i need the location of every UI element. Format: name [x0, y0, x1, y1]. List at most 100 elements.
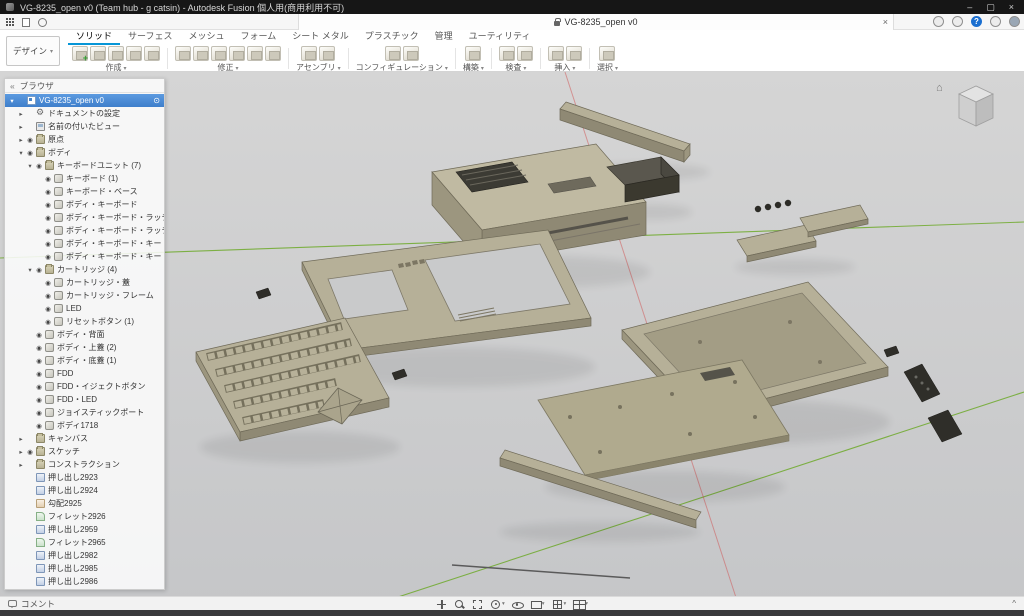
browser-item[interactable]: ◉ボディ・上蓋 (2)	[5, 341, 164, 354]
tool-icon[interactable]	[211, 46, 227, 61]
browser-item[interactable]: ▸キャンバス	[5, 432, 164, 445]
chevron-up-icon[interactable]: ^	[1012, 599, 1024, 608]
part-pcb[interactable]	[538, 360, 789, 481]
expand-arrow-icon[interactable]: ▸	[17, 435, 25, 443]
visibility-eye-icon[interactable]: ◉	[43, 279, 53, 287]
browser-item[interactable]: ◉ボディ1718	[5, 419, 164, 432]
browser-item[interactable]: ◉リセットボタン (1)	[5, 315, 164, 328]
browser-item[interactable]: ◉FDD・イジェクトボタン	[5, 380, 164, 393]
browser-item[interactable]: ▾◉ボディ	[5, 146, 164, 159]
visibility-eye-icon[interactable]: ◉	[43, 175, 53, 183]
visibility-eye-icon[interactable]: ◉	[43, 240, 53, 248]
tab-プラスチック[interactable]: プラスチック	[357, 28, 427, 45]
maximize-button[interactable]: ▢	[986, 2, 995, 13]
minimize-button[interactable]: –	[967, 2, 972, 13]
visibility-eye-icon[interactable]: ◉	[43, 188, 53, 196]
browser-item[interactable]: ◉ボディ・底蓋 (1)	[5, 354, 164, 367]
browser-item[interactable]: ▾◉キーボードユニット (7)	[5, 159, 164, 172]
chevron-down-icon[interactable]: ▾	[564, 601, 567, 607]
extensions-icon[interactable]	[952, 16, 963, 27]
tool-icon[interactable]	[319, 46, 335, 61]
tool-icon[interactable]	[566, 46, 582, 61]
ribbon-group-label[interactable]: 選択▾	[597, 62, 618, 72]
browser-item[interactable]: ◉キーボード・ベース	[5, 185, 164, 198]
expand-arrow-icon[interactable]: ▾	[26, 266, 34, 274]
tool-icon[interactable]	[599, 46, 615, 61]
orbit-button[interactable]: ▾	[490, 599, 505, 610]
expand-arrow-icon[interactable]: ▸	[17, 461, 25, 469]
zoom-button[interactable]	[454, 599, 465, 610]
display-settings-button[interactable]: ▾	[530, 599, 545, 610]
visibility-eye-icon[interactable]: ◉	[34, 409, 44, 417]
visibility-eye-icon[interactable]: ◉	[34, 383, 44, 391]
visibility-eye-icon[interactable]: ◉	[34, 370, 44, 378]
document-tab[interactable]: VG-8235_open v0 ×	[298, 14, 894, 30]
visibility-eye-icon[interactable]: ◉	[43, 201, 53, 209]
browser-item[interactable]: ◉FDD	[5, 367, 164, 380]
job-status-icon[interactable]	[933, 16, 944, 27]
browser-item[interactable]: ◉ボディ・キーボード	[5, 198, 164, 211]
visibility-eye-icon[interactable]: ◉	[25, 448, 35, 456]
browser-item[interactable]: ▸◉原点	[5, 133, 164, 146]
tab-ソリッド[interactable]: ソリッド	[68, 28, 120, 45]
viewports-button[interactable]: ▾	[573, 599, 588, 610]
browser-item[interactable]: ◉キーボード (1)	[5, 172, 164, 185]
expand-arrow-icon[interactable]: ▸	[17, 136, 25, 144]
tool-icon[interactable]	[465, 46, 481, 61]
notifications-icon[interactable]	[990, 16, 1001, 27]
visibility-eye-icon[interactable]: ◉	[25, 149, 35, 157]
tool-icon[interactable]	[548, 46, 564, 61]
viewcube-home-icon[interactable]	[936, 82, 943, 94]
tool-icon[interactable]	[247, 46, 263, 61]
browser-item[interactable]: ▸名前の付いたビュー	[5, 120, 164, 133]
tool-icon[interactable]	[108, 46, 124, 61]
expand-arrow-icon[interactable]: ▸	[17, 123, 25, 131]
pan-button[interactable]	[436, 599, 447, 610]
tab-フォーム[interactable]: フォーム	[233, 28, 285, 45]
visibility-eye-icon[interactable]: ◉	[34, 422, 44, 430]
browser-collapse-icon[interactable]: «	[10, 81, 15, 91]
browser-item[interactable]: 押し出し2959	[5, 523, 164, 536]
tab-ユーティリティ[interactable]: ユーティリティ	[461, 28, 539, 45]
tool-icon[interactable]	[72, 46, 88, 61]
viewcube-cube[interactable]	[947, 82, 1005, 140]
browser-item[interactable]: ◉ボディ・キーボード・ラッチ1	[5, 224, 164, 237]
browser-item[interactable]: ▸ドキュメントの設定	[5, 107, 164, 120]
chevron-down-icon[interactable]: ▾	[502, 601, 505, 607]
browser-item[interactable]: フィレット2965	[5, 536, 164, 549]
visibility-eye-icon[interactable]: ◉	[34, 357, 44, 365]
chevron-down-icon[interactable]: ▾	[542, 601, 545, 607]
expand-arrow-icon[interactable]: ▸	[17, 110, 25, 118]
app-grid-icon[interactable]	[6, 18, 14, 26]
visibility-eye-icon[interactable]: ◉	[43, 214, 53, 222]
tool-icon[interactable]	[229, 46, 245, 61]
visibility-eye-icon[interactable]: ◉	[34, 266, 44, 274]
help-icon[interactable]: ?	[971, 16, 982, 27]
tab-メッシュ[interactable]: メッシュ	[180, 28, 232, 45]
ribbon-group-label[interactable]: コンフィギュレーション▾	[356, 62, 448, 72]
browser-item[interactable]: ◉FDD・LED	[5, 393, 164, 406]
grid-display-button[interactable]: ▾	[552, 599, 567, 610]
browser-item[interactable]: フィレット2926	[5, 510, 164, 523]
ribbon-group-label[interactable]: 挿入▾	[554, 62, 575, 72]
visibility-eye-icon[interactable]: ◉	[34, 162, 44, 170]
browser-item[interactable]: 押し出し2923	[5, 471, 164, 484]
look-at-button[interactable]	[512, 599, 523, 610]
tab-管理[interactable]: 管理	[427, 28, 461, 45]
tool-icon[interactable]	[301, 46, 317, 61]
tab-シート メタル[interactable]: シート メタル	[284, 28, 357, 45]
ribbon-group-label[interactable]: アセンブリ▾	[296, 62, 341, 72]
activate-radio-icon[interactable]: ⊙	[153, 96, 160, 105]
tool-icon[interactable]	[385, 46, 401, 61]
ribbon-group-label[interactable]: 検査▾	[505, 62, 526, 72]
browser-item[interactable]: ▸◉スケッチ	[5, 445, 164, 458]
tool-icon[interactable]	[499, 46, 515, 61]
visibility-eye-icon[interactable]: ◉	[43, 305, 53, 313]
browser-item[interactable]: ◉LED	[5, 302, 164, 315]
visibility-eye-icon[interactable]: ◉	[34, 331, 44, 339]
browser-item[interactable]: ▾◉カートリッジ (4)	[5, 263, 164, 276]
file-icon[interactable]	[22, 18, 30, 27]
ribbon-group-label[interactable]: 構築▾	[463, 62, 484, 72]
visibility-eye-icon[interactable]: ◉	[43, 292, 53, 300]
visibility-eye-icon[interactable]: ◉	[25, 136, 35, 144]
